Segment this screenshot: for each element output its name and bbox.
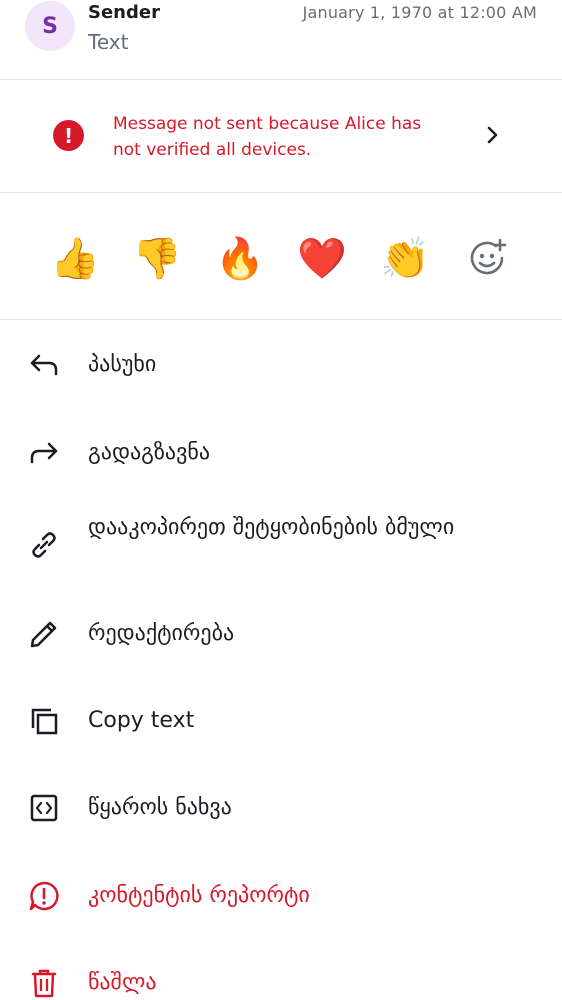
link-icon	[27, 528, 61, 562]
reaction-thumbs-up[interactable]: 👍	[50, 234, 100, 284]
menu-item-view-source[interactable]: წყაროს ნახვა	[0, 773, 562, 861]
view-source-icon	[27, 791, 61, 825]
error-icon: !	[53, 120, 84, 151]
send-failure-banner[interactable]: ! Message not sent because Alice has not…	[0, 81, 562, 193]
menu-item-label: წაშლა	[88, 970, 157, 995]
message-header: S Sender Text January 1, 1970 at 12:00 A…	[0, 0, 562, 80]
menu-item-delete[interactable]: წაშლა	[0, 949, 562, 1000]
edit-icon	[27, 617, 61, 651]
menu-item-label: Copy text	[88, 708, 195, 733]
add-emoji-icon[interactable]	[467, 238, 507, 278]
report-icon	[27, 879, 61, 913]
menu-item-copy-link[interactable]: დააკოპირეთ შეტყობინების ბმული	[0, 497, 562, 599]
reaction-thumbs-down[interactable]: 👎	[132, 234, 182, 284]
send-failure-text: Message not sent because Alice has not v…	[113, 114, 422, 160]
menu-item-label: კონტენტის რეპორტი	[88, 883, 310, 908]
menu-item-reply[interactable]: პასუხი	[0, 321, 562, 409]
menu-item-forward[interactable]: გადაგზავნა	[0, 409, 562, 497]
reactions-row: 👍 👎 🔥 ❤️ 👏	[0, 194, 562, 320]
menu-item-label: გადაგზავნა	[88, 440, 211, 465]
menu-item-copy-text[interactable]: Copy text	[0, 685, 562, 773]
message-preview: Text	[88, 30, 129, 54]
menu-item-label: პასუხი	[88, 352, 157, 377]
avatar: S	[25, 1, 75, 51]
reaction-clapping-hands[interactable]: 👏	[380, 234, 430, 284]
menu-item-label: რედაქტირება	[88, 621, 235, 646]
chevron-right-icon	[487, 126, 498, 144]
delete-icon	[27, 966, 61, 1000]
forward-icon	[27, 436, 61, 470]
reply-icon	[27, 348, 61, 382]
menu-item-report-content[interactable]: კონტენტის რეპორტი	[0, 861, 562, 949]
menu-item-label: წყაროს ნახვა	[88, 795, 232, 820]
message-timestamp: January 1, 1970 at 12:00 AM	[302, 3, 537, 22]
copy-icon	[27, 704, 61, 738]
reaction-red-heart[interactable]: ❤️	[297, 234, 347, 284]
sender-name: Sender	[88, 2, 160, 23]
reaction-fire[interactable]: 🔥	[215, 234, 265, 284]
menu-item-edit[interactable]: რედაქტირება	[0, 599, 562, 685]
menu-item-label: დააკოპირეთ შეტყობინების ბმული	[88, 515, 455, 540]
